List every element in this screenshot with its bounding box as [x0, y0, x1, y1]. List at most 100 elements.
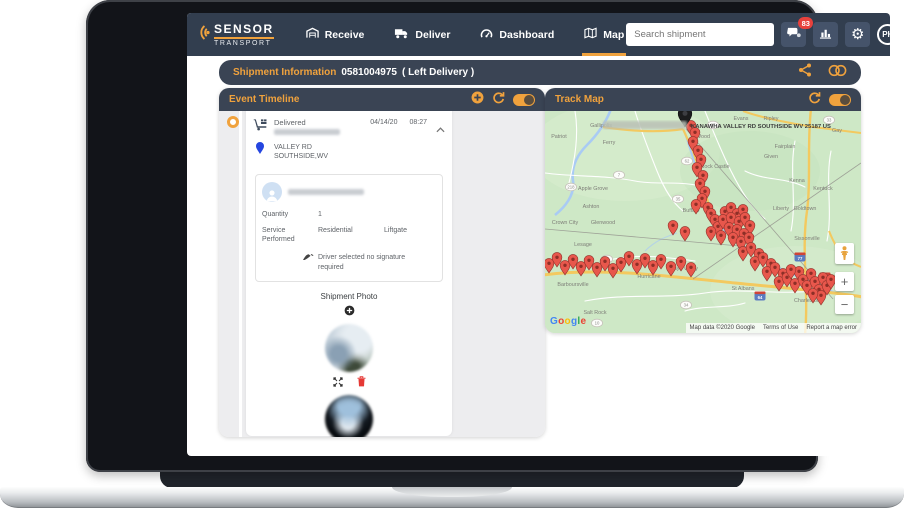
svg-text:Ashton: Ashton — [583, 204, 600, 210]
timeline-line — [239, 111, 242, 437]
svg-text:62: 62 — [685, 159, 690, 164]
nav-label: Dashboard — [499, 29, 554, 41]
timeline-event-card: Delivered 04/14/20 08:27 VALLEY RD SO — [246, 111, 452, 436]
svg-text:Ferry: Ferry — [603, 140, 616, 146]
svg-text:Hurricane: Hurricane — [637, 274, 660, 280]
svg-text:Ripley: Ripley — [764, 116, 779, 122]
gear-icon: ⚙ — [851, 27, 864, 42]
notification-badge: 83 — [798, 17, 813, 29]
redacted-address-line — [274, 129, 340, 135]
shipment-photos: Shipment Photo — [253, 292, 445, 437]
timeline-node[interactable] — [227, 116, 239, 128]
reports-button[interactable] — [813, 22, 838, 47]
chat-icon — [787, 26, 801, 44]
svg-text:33: 33 — [827, 118, 832, 123]
signal-icon — [197, 23, 210, 47]
report-map-error-link[interactable]: Report a map error — [806, 325, 857, 331]
share-button[interactable] — [798, 63, 812, 82]
terms-of-use-link[interactable]: Terms of Use — [763, 325, 798, 331]
svg-text:Charleston: Charleston — [794, 298, 820, 304]
svg-text:218: 218 — [567, 185, 575, 190]
service-value-1: Residential — [318, 226, 384, 244]
add-event-button[interactable] — [471, 91, 484, 109]
event-address: VALLEY RD SOUTHSIDE,WV — [274, 143, 419, 162]
google-logo-letter: e — [580, 316, 586, 327]
warehouse-icon — [306, 27, 319, 42]
svg-text:Patriot: Patriot — [551, 134, 567, 140]
nav-item-dashboard[interactable]: Dashboard — [478, 13, 556, 56]
main-nav: Receive Deliver Dashboard Map — [304, 13, 627, 56]
user-avatar[interactable]: PH — [877, 24, 890, 45]
search-input[interactable] — [626, 23, 774, 46]
refresh-map-button[interactable] — [808, 91, 821, 109]
svg-text:Gay: Gay — [832, 128, 842, 134]
service-label: Service Performed — [262, 226, 318, 244]
svg-text:34: 34 — [684, 303, 689, 308]
signature-pen-icon — [302, 253, 314, 272]
svg-text:10: 10 — [595, 321, 600, 326]
event-timeline-panel: Event Timeline Delivered — [219, 88, 545, 437]
event-timeline-header: Event Timeline — [219, 88, 545, 111]
nav-item-map[interactable]: Map — [582, 13, 626, 56]
pegman-button[interactable] — [835, 243, 854, 264]
app-logo[interactable]: SENSOR TRANSPORT — [197, 22, 274, 47]
map-zoom-in-button[interactable]: + — [835, 272, 854, 291]
link-rings-button[interactable] — [828, 64, 847, 82]
svg-text:Rock Castle: Rock Castle — [700, 164, 729, 170]
shipment-number: 0581004975 — [341, 67, 397, 78]
top-navbar: SENSOR TRANSPORT Receive Deliver — [187, 13, 890, 56]
nav-item-receive[interactable]: Receive — [304, 13, 367, 56]
refresh-timeline-button[interactable] — [492, 91, 505, 109]
truck-icon — [394, 27, 409, 42]
svg-text:77: 77 — [798, 256, 803, 261]
shipment-photo-label: Shipment Photo — [253, 292, 445, 301]
svg-text:Salt Rock: Salt Rock — [583, 310, 606, 316]
event-status: Delivered — [274, 118, 366, 127]
speedometer-icon — [480, 28, 493, 42]
signature-note: Driver selected no signature required — [318, 253, 422, 272]
map-data-credit: Map data ©2020 Google — [690, 325, 755, 331]
nav-label: Map — [603, 29, 624, 41]
navbar-right: 83 ⚙ PH — [626, 22, 890, 47]
laptop-bezel: SENSOR TRANSPORT Receive Deliver — [86, 0, 818, 472]
event-time: 08:27 — [409, 118, 427, 126]
svg-text:Kentuck: Kentuck — [813, 186, 833, 192]
svg-text:Evans: Evans — [734, 116, 749, 122]
pegman-icon — [840, 246, 849, 261]
map-toggle[interactable] — [829, 94, 851, 106]
svg-text:Kenna: Kenna — [789, 178, 805, 184]
timeline-toggle[interactable] — [513, 94, 535, 106]
svg-text:Crown City: Crown City — [552, 220, 579, 226]
laptop-mockup: SENSOR TRANSPORT Receive Deliver — [0, 0, 904, 516]
svg-text:Barboursville: Barboursville — [557, 282, 588, 288]
messages-button[interactable]: 83 — [781, 22, 806, 47]
add-photo-button[interactable] — [253, 303, 445, 321]
quantity-label: Quantity — [262, 210, 318, 219]
google-logo-letter: G — [550, 316, 558, 327]
svg-text:Goldtown: Goldtown — [794, 206, 817, 212]
svg-text:St Albans: St Albans — [732, 286, 755, 292]
svg-text:Sissonville: Sissonville — [794, 236, 819, 242]
shipment-info-title: Shipment Information — [233, 67, 336, 78]
collapse-chevron[interactable] — [436, 118, 445, 138]
google-logo[interactable]: Google — [550, 316, 586, 327]
nav-item-deliver[interactable]: Deliver — [392, 13, 452, 56]
nav-label: Deliver — [415, 29, 450, 41]
redacted-map-label — [603, 121, 687, 129]
shipment-photo-1[interactable] — [325, 324, 373, 372]
shipment-photo-2[interactable] — [325, 395, 373, 437]
map-icon — [584, 27, 597, 42]
location-pin-icon — [253, 141, 270, 160]
settings-button[interactable]: ⚙ — [845, 22, 870, 47]
shipment-status: ( Left Delivery ) — [402, 67, 474, 78]
svg-text:Fairplain: Fairplain — [775, 144, 796, 150]
laptop-base — [0, 487, 904, 508]
map-zoom-out-button[interactable]: − — [835, 295, 854, 314]
delete-photo-1-button[interactable] — [357, 374, 366, 392]
event-timeline-body: Delivered 04/14/20 08:27 VALLEY RD SO — [219, 111, 545, 437]
expand-photo-1-button[interactable] — [333, 374, 343, 392]
logo-line2: TRANSPORT — [214, 40, 274, 47]
app-screen: SENSOR TRANSPORT Receive Deliver — [187, 13, 890, 456]
event-date: 04/14/20 — [370, 118, 397, 126]
map-canvas[interactable]: GallipolisEvansRipleyGayPatriotFerryWood… — [545, 111, 861, 333]
